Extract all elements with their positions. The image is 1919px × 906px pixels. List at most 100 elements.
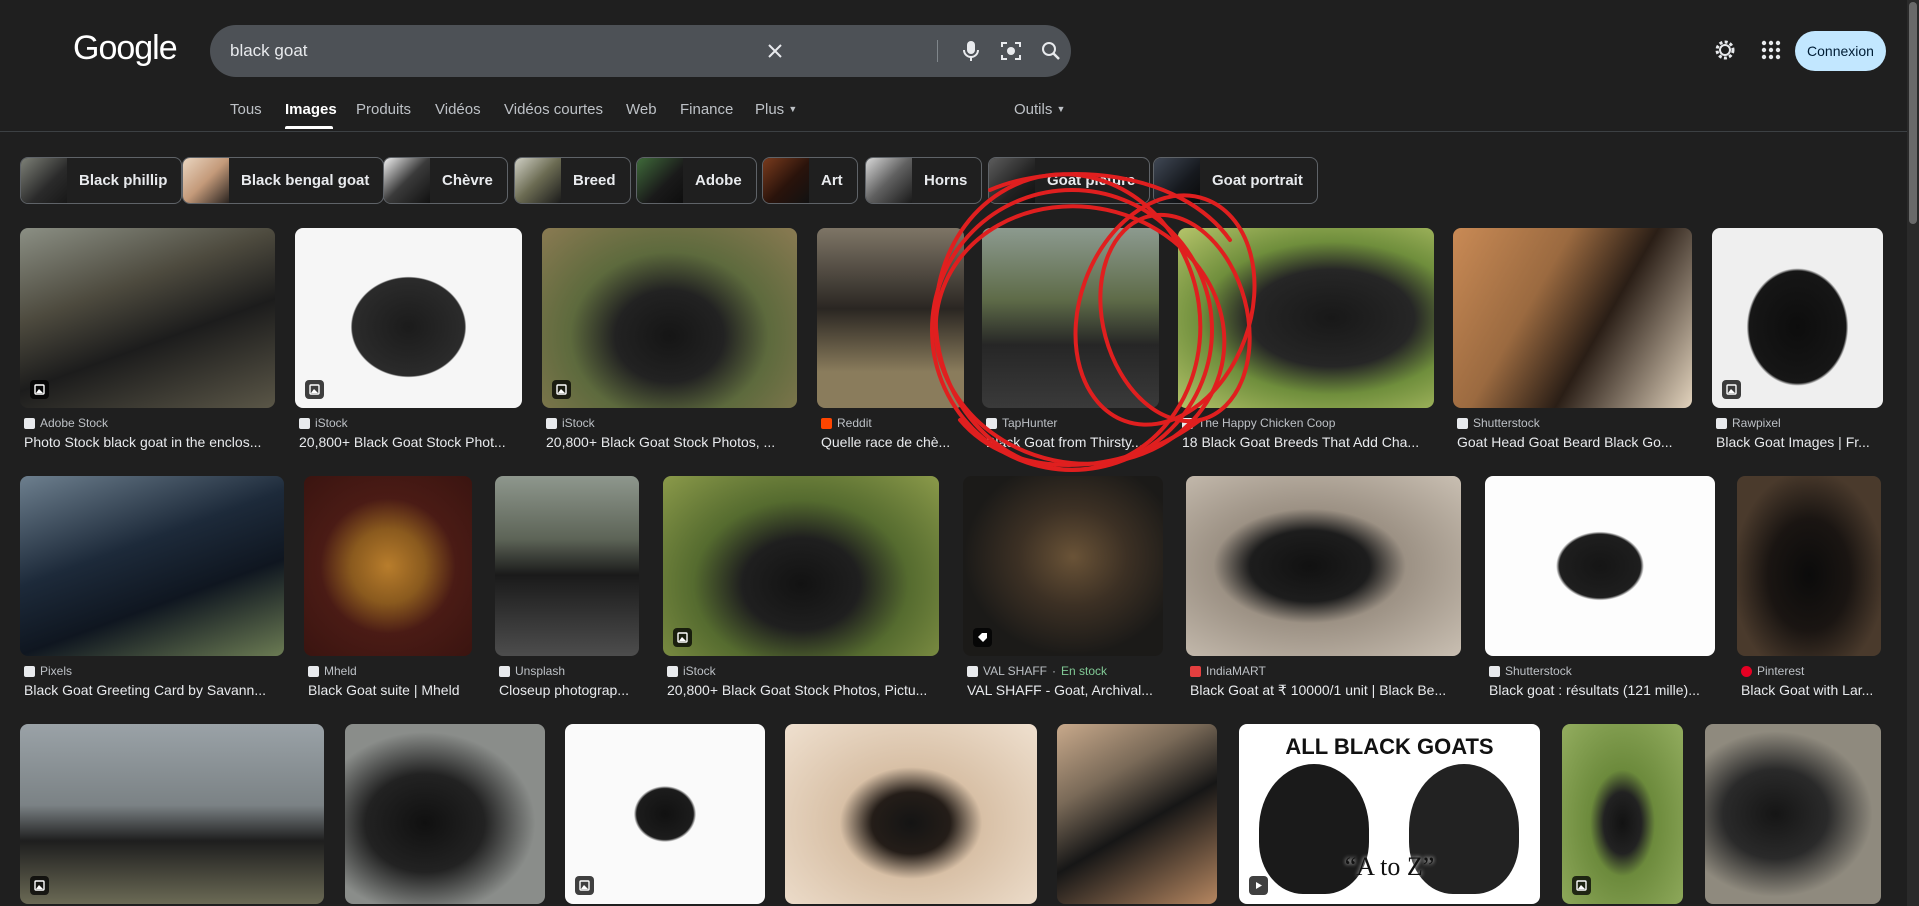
result-image[interactable]	[1186, 476, 1461, 656]
result-image[interactable]	[963, 476, 1163, 656]
tab-more[interactable]: Plus ▼	[755, 101, 797, 118]
result-source[interactable]: iStock	[667, 664, 716, 678]
result-image[interactable]	[542, 228, 797, 408]
result-source[interactable]: Rawpixel	[1716, 416, 1781, 430]
result-source[interactable]: The Happy Chicken Coop	[1182, 416, 1335, 430]
chip-thumbnail	[21, 158, 67, 203]
result-source[interactable]: iStock	[299, 416, 348, 430]
result-title[interactable]: Black Goat Greeting Card by Savann...	[24, 682, 288, 698]
result-image[interactable]	[1705, 724, 1881, 904]
source-favicon-icon	[299, 417, 310, 429]
chip-black-phillip[interactable]: Black phillip	[20, 157, 183, 204]
result-source[interactable]: Mheld	[308, 664, 357, 678]
chip-goat-portrait[interactable]: Goat portrait	[1153, 157, 1318, 204]
image-caption-bottom: “A to Z”	[1344, 852, 1435, 881]
result-image[interactable]	[785, 724, 1037, 904]
source-name: Shutterstock	[1505, 664, 1572, 678]
result-image[interactable]	[663, 476, 939, 656]
clear-icon[interactable]	[763, 39, 787, 63]
chip-black-bengal-goat[interactable]: Black bengal goat	[182, 157, 385, 204]
result-image[interactable]	[1057, 724, 1217, 904]
result-title[interactable]: Black Goat suite | Mheld	[308, 682, 476, 698]
tools-button[interactable]: Outils ▼	[1014, 101, 1065, 118]
result-image[interactable]	[1178, 228, 1434, 408]
chip-adobe[interactable]: Adobe	[636, 157, 757, 204]
search-box[interactable]	[210, 25, 1071, 77]
result-source[interactable]: Shutterstock	[1489, 664, 1572, 678]
result-source[interactable]: Reddit	[821, 416, 872, 430]
result-source[interactable]: TapHunter	[986, 416, 1057, 430]
tab-products[interactable]: Produits	[356, 101, 411, 118]
result-title[interactable]: 18 Black Goat Breeds That Add Cha...	[1182, 434, 1438, 450]
settings-gear-icon[interactable]	[1713, 38, 1737, 62]
result-image[interactable]	[817, 228, 964, 408]
source-favicon-icon	[1489, 665, 1500, 677]
chip-label: Art	[821, 172, 843, 189]
search-input[interactable]	[230, 25, 890, 77]
result-title[interactable]: Black Goat from Thirsty...	[986, 434, 1163, 450]
result-image[interactable]	[304, 476, 472, 656]
result-source[interactable]: Pinterest	[1741, 664, 1804, 678]
page-scrollbar[interactable]	[1907, 0, 1919, 906]
result-image[interactable]	[1453, 228, 1692, 408]
chip-goat-picture[interactable]: Goat picture	[988, 157, 1151, 204]
chip-label: Black bengal goat	[241, 172, 370, 189]
chip-breed[interactable]: Breed	[514, 157, 631, 204]
tab-all[interactable]: Tous	[230, 101, 262, 118]
result-title[interactable]: Closeup photograp...	[499, 682, 643, 698]
result-source[interactable]: Unsplash	[499, 664, 565, 678]
result-image[interactable]	[345, 724, 545, 904]
apps-grid-icon[interactable]	[1759, 38, 1783, 62]
result-title[interactable]: Quelle race de chè...	[821, 434, 968, 450]
result-title[interactable]: Black goat : résultats (121 mille)...	[1489, 682, 1719, 698]
result-source[interactable]: Shutterstock	[1457, 416, 1540, 430]
result-source[interactable]: iStock	[546, 416, 595, 430]
result-source[interactable]: Adobe Stock	[24, 416, 108, 430]
result-image[interactable]	[495, 476, 639, 656]
scrollbar-thumb[interactable]	[1909, 2, 1917, 224]
result-image[interactable]	[1485, 476, 1715, 656]
tab-web[interactable]: Web	[626, 101, 657, 118]
result-image[interactable]	[20, 228, 275, 408]
result-image[interactable]	[20, 476, 284, 656]
lens-camera-icon[interactable]	[999, 39, 1023, 63]
result-image[interactable]: ALL BLACK GOATS “A to Z”	[1239, 724, 1540, 904]
result-title[interactable]: 20,800+ Black Goat Stock Photos, Pictu..…	[667, 682, 943, 698]
result-title[interactable]: Black Goat with Lar...	[1741, 682, 1885, 698]
image-badge-icon	[30, 876, 49, 895]
source-name: Mheld	[324, 664, 357, 678]
tab-short-videos[interactable]: Vidéos courtes	[504, 101, 603, 118]
result-image[interactable]	[20, 724, 324, 904]
result-title[interactable]: VAL SHAFF - Goat, Archival...	[967, 682, 1167, 698]
image-badge-icon	[30, 380, 49, 399]
result-source[interactable]: IndiaMART	[1190, 664, 1266, 678]
result-image[interactable]	[982, 228, 1159, 408]
result-source[interactable]: VAL SHAFF · En stock	[967, 664, 1107, 678]
result-title[interactable]: 20,800+ Black Goat Stock Photos, ...	[546, 434, 801, 450]
result-image[interactable]	[295, 228, 522, 408]
search-icon[interactable]	[1039, 39, 1063, 63]
google-logo[interactable]: Google	[73, 29, 178, 68]
result-title[interactable]: Photo Stock black goat in the enclos...	[24, 434, 279, 450]
result-title[interactable]: Black Goat at ₹ 10000/1 unit | Black Be.…	[1190, 682, 1465, 699]
signin-button[interactable]: Connexion	[1795, 31, 1886, 71]
source-favicon-icon	[1190, 665, 1201, 677]
source-name: Unsplash	[515, 664, 566, 678]
tab-images[interactable]: Images	[285, 101, 337, 118]
tab-finance[interactable]: Finance	[680, 101, 733, 118]
image-badge-icon	[552, 380, 571, 399]
result-image[interactable]	[565, 724, 765, 904]
result-title[interactable]: Black Goat Images | Fr...	[1716, 434, 1887, 450]
microphone-icon[interactable]	[959, 39, 983, 63]
chip-horns[interactable]: Horns	[865, 157, 983, 204]
image-badge-icon	[305, 380, 324, 399]
chip-art[interactable]: Art	[762, 157, 858, 204]
result-title[interactable]: Goat Head Goat Beard Black Go...	[1457, 434, 1696, 450]
stock-status: En stock	[1061, 664, 1108, 678]
source-favicon-icon	[1457, 417, 1468, 429]
result-title[interactable]: 20,800+ Black Goat Stock Phot...	[299, 434, 526, 450]
result-image[interactable]	[1737, 476, 1881, 656]
chip-chevre[interactable]: Chèvre	[383, 157, 508, 204]
tab-videos[interactable]: Vidéos	[435, 101, 481, 118]
result-source[interactable]: Pixels	[24, 664, 72, 678]
